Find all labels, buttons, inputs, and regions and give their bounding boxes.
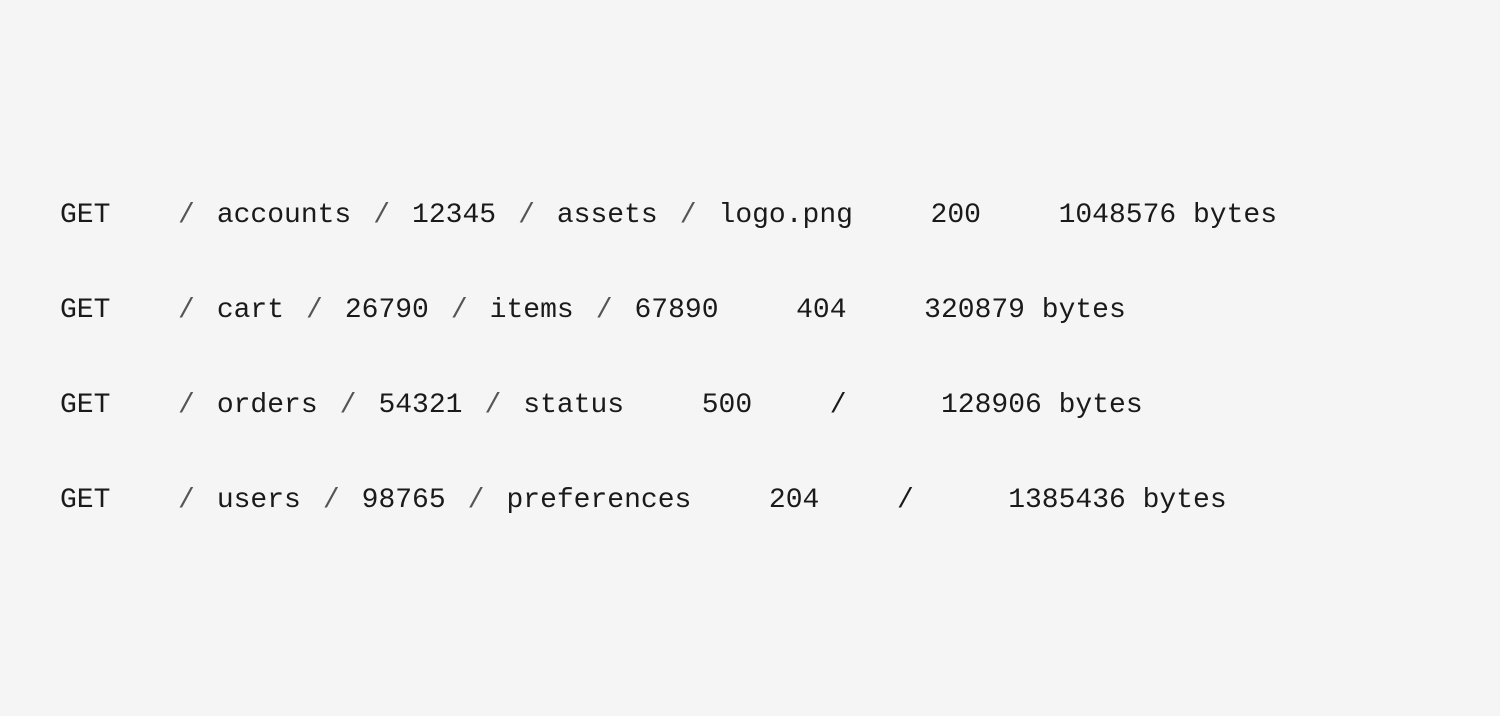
segment-2-cart: cart — [217, 291, 284, 330]
method-2: GET — [60, 291, 140, 330]
sep-3b: / — [340, 386, 357, 425]
size-1: 1048576 bytes — [1059, 196, 1277, 235]
log-entry-2: GET / cart / 26790 / items / 67890 404 3… — [60, 263, 1440, 358]
status-3: 500 — [702, 386, 752, 425]
sep-1b: / — [373, 196, 390, 235]
log-entry-4: GET / users / 98765 / preferences 204 / … — [60, 453, 1440, 548]
size-4: 1385436 bytes — [1008, 481, 1226, 520]
segment-1-id: 12345 — [412, 196, 496, 235]
segment-3-status: status — [523, 386, 624, 425]
sep-slash-3: / — [830, 386, 847, 425]
sep-3e — [774, 386, 808, 425]
segment-1-accounts: accounts — [217, 196, 351, 235]
sep-2b: / — [306, 291, 323, 330]
sep-4f — [936, 481, 986, 520]
sep-4d — [713, 481, 747, 520]
sep-1f — [1003, 196, 1037, 235]
segment-4-id: 98765 — [362, 481, 446, 520]
sep-1c: / — [518, 196, 535, 235]
segment-2-itemid: 67890 — [635, 291, 719, 330]
sep-2a: / — [178, 291, 195, 330]
sep-2f — [869, 291, 903, 330]
size-2: 320879 bytes — [924, 291, 1126, 330]
status-1: 200 — [931, 196, 981, 235]
sep-3f — [869, 386, 919, 425]
log-entry-1: GET / accounts / 12345 / assets / logo.p… — [60, 168, 1440, 263]
method-1: GET — [60, 196, 140, 235]
sep-1e — [875, 196, 909, 235]
segment-1-assets: assets — [557, 196, 658, 235]
sep-4b: / — [323, 481, 340, 520]
sep-2c: / — [451, 291, 468, 330]
status-2: 404 — [796, 291, 846, 330]
sep-3d — [646, 386, 680, 425]
sep-2e — [741, 291, 775, 330]
segment-4-users: users — [217, 481, 301, 520]
segment-2-items: items — [490, 291, 574, 330]
size-3: 128906 bytes — [941, 386, 1143, 425]
log-container: GET / accounts / 12345 / assets / logo.p… — [60, 168, 1440, 549]
sep-1d: / — [680, 196, 697, 235]
sep-4e — [841, 481, 875, 520]
sep-4c: / — [468, 481, 485, 520]
status-4: 204 — [769, 481, 819, 520]
log-entry-3: GET / orders / 54321 / status 500 / 1289… — [60, 358, 1440, 453]
sep-3a: / — [178, 386, 195, 425]
segment-3-orders: orders — [217, 386, 318, 425]
sep-slash-4: / — [897, 481, 914, 520]
sep-3c: / — [484, 386, 501, 425]
sep-4a: / — [178, 481, 195, 520]
segment-1-file: logo.png — [719, 196, 853, 235]
segment-4-preferences: preferences — [506, 481, 691, 520]
segment-2-id: 26790 — [345, 291, 429, 330]
method-4: GET — [60, 481, 140, 520]
segment-3-id: 54321 — [378, 386, 462, 425]
method-3: GET — [60, 386, 140, 425]
sep-1a: / — [178, 196, 195, 235]
sep-2d: / — [596, 291, 613, 330]
